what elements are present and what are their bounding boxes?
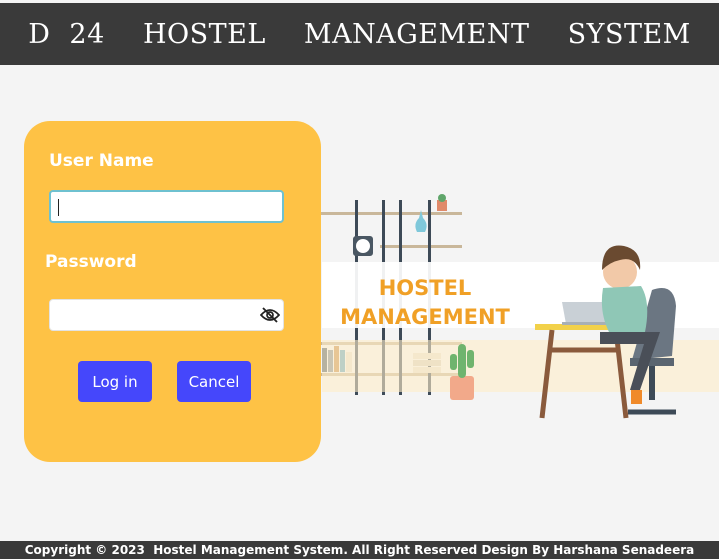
banner-line2: MANAGEMENT [340,305,510,329]
banner-line1: HOSTEL [379,276,472,300]
eye-slash-icon[interactable] [259,305,281,325]
app-header: D 24 HOSTEL MANAGEMENT SYSTEM [0,3,719,65]
login-form: User Name Password Log in Cancel [24,121,321,462]
username-label: User Name [49,151,154,171]
app-title: D 24 HOSTEL MANAGEMENT SYSTEM [28,18,691,50]
cancel-button[interactable]: Cancel [177,361,251,402]
copyright-text: Copyright © 2023 Hostel Management Syste… [24,543,695,557]
text-caret [58,199,59,216]
login-button[interactable]: Log in [78,361,152,402]
password-input[interactable] [49,299,284,331]
hostel-illustration: HOSTEL MANAGEMENT [320,194,719,419]
username-input[interactable] [49,190,284,223]
password-label: Password [45,252,137,272]
login-page: D 24 HOSTEL MANAGEMENT SYSTEM HOSTEL MAN… [0,0,719,559]
footer-bar: Copyright © 2023 Hostel Management Syste… [0,541,719,559]
